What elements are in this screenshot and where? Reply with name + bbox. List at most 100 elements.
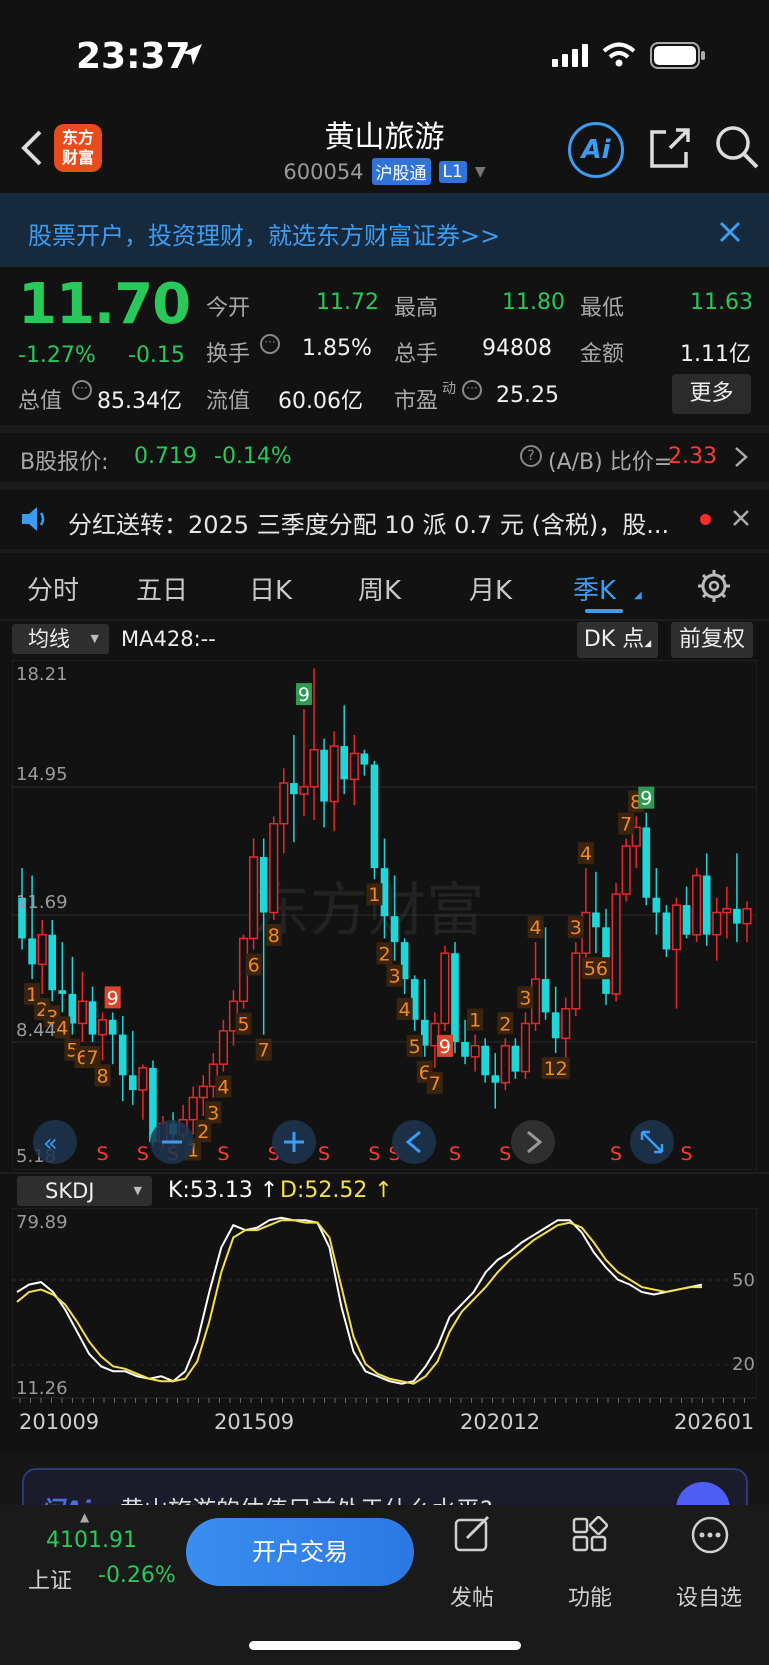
x-tick-label: 202012 <box>460 1410 541 1434</box>
indicator-select[interactable]: 均线 ▼ <box>12 624 109 654</box>
svg-text:«: « <box>43 1129 58 1157</box>
dropdown-caret-icon: ▼ <box>90 632 99 645</box>
sub-indicator-select[interactable]: SKDJ ▼ <box>17 1176 152 1206</box>
function-label[interactable]: 功能 <box>545 1580 635 1612</box>
x-tick-label: 201009 <box>19 1410 100 1434</box>
scroll-left-button[interactable]: « <box>33 1120 77 1164</box>
sequence-label: 4 <box>56 1017 68 1039</box>
tab-daily-k[interactable]: 日K <box>249 570 292 607</box>
stock-code: 600054 <box>283 159 364 184</box>
dk-point-button[interactable]: DK 点◢ <box>577 622 658 658</box>
index-change[interactable]: -0.26% <box>98 1563 176 1588</box>
sequence-label: 6 <box>248 955 260 977</box>
sell-signal-label: S <box>97 1143 109 1165</box>
sell-signal-label: S <box>368 1143 380 1165</box>
function-icon[interactable] <box>571 1516 609 1554</box>
watchlist-label[interactable]: 设自选 <box>664 1580 754 1612</box>
chevron-right-icon[interactable] <box>734 446 748 468</box>
index-name[interactable]: 上证 <box>28 1563 72 1595</box>
y-tick-label: 79.89 <box>16 1212 68 1233</box>
tab-weekly-k[interactable]: 周K <box>358 570 401 607</box>
home-indicator <box>249 1641 521 1650</box>
up-arrow-icon: ↑ <box>374 1178 393 1203</box>
candle-body <box>98 1019 108 1036</box>
signal-icon <box>552 44 588 67</box>
zoom-out-button[interactable] <box>150 1120 194 1164</box>
candle-body <box>108 1019 117 1035</box>
adjust-button[interactable]: 前复权 <box>671 622 753 658</box>
tab-quarterly-k[interactable]: 季K <box>573 570 616 607</box>
candle-body <box>370 764 379 869</box>
sell-signal-label: S <box>610 1143 622 1165</box>
divider <box>0 549 769 553</box>
more-dots-icon[interactable] <box>690 1515 730 1555</box>
bshare-label: B股报价: <box>20 450 109 475</box>
open-value: 11.72 <box>316 290 379 315</box>
level-tag: L1 <box>438 160 467 183</box>
sequence-label: 8 <box>97 1065 109 1087</box>
index-value[interactable]: 4101.91 <box>46 1528 137 1553</box>
candle-body <box>671 904 682 951</box>
info-dots-icon[interactable]: ··· <box>260 334 280 354</box>
sequence-label: 7 <box>429 1073 441 1095</box>
open-account-trade-button[interactable]: 开户交易 <box>186 1518 414 1586</box>
sequence-label: 3 <box>389 966 401 988</box>
candle-body <box>320 749 328 802</box>
battery-icon <box>650 42 705 69</box>
info-dots-icon[interactable]: ··· <box>72 380 92 400</box>
candle-body <box>712 911 722 936</box>
y-tick-label: 11.26 <box>16 1378 68 1399</box>
fullscreen-button[interactable] <box>630 1120 674 1164</box>
high-value: 11.80 <box>502 290 565 315</box>
candle-body <box>249 856 259 940</box>
skdj-chart[interactable]: 79.89 50 20 11.26 <box>12 1208 757 1403</box>
tab-monthly-k[interactable]: 月K <box>469 570 512 607</box>
promo-banner-text[interactable]: 股票开户，投资理财，就选东方财富证券>> <box>28 216 500 251</box>
change-value: -0.15 <box>128 343 185 368</box>
candle-body <box>702 875 711 935</box>
more-button[interactable]: 更多 <box>672 374 751 414</box>
step-left-button[interactable] <box>392 1120 436 1164</box>
candle-body <box>349 752 359 781</box>
unread-dot <box>700 514 711 525</box>
info-dots-icon[interactable]: ··· <box>462 380 482 400</box>
up-arrow-icon: ↑ <box>259 1178 279 1203</box>
bshare-change: -0.14% <box>214 444 292 469</box>
candle-body <box>48 934 57 991</box>
tab-five-day[interactable]: 五日 <box>136 570 188 607</box>
sequence-label: 56 <box>584 958 608 980</box>
candle-body <box>329 745 339 803</box>
close-icon[interactable] <box>718 220 742 244</box>
help-icon[interactable]: ? <box>520 445 542 467</box>
candle-body <box>77 1000 88 1025</box>
kline-chart[interactable]: 东方财富 12345678912345678912345678912341234… <box>12 660 757 1170</box>
sequence-label: 4 <box>217 1077 229 1099</box>
post-icon[interactable] <box>453 1514 493 1554</box>
post-label[interactable]: 发帖 <box>427 1580 517 1612</box>
pe-value: 25.25 <box>496 383 559 408</box>
x-tick-label: 201509 <box>214 1410 295 1434</box>
ai-button[interactable]: Ai <box>568 122 624 178</box>
share-icon[interactable] <box>648 126 692 170</box>
candle-body <box>58 990 67 994</box>
sequence-label: 1 <box>368 884 380 906</box>
divider <box>0 482 769 490</box>
step-right-button[interactable] <box>511 1120 555 1164</box>
bshare-price: 0.719 <box>134 444 197 469</box>
zoom-in-button[interactable] <box>272 1120 316 1164</box>
candle-body <box>611 893 621 995</box>
x-tick-label: 202601 <box>674 1410 755 1434</box>
candle-body <box>733 908 741 924</box>
close-icon[interactable] <box>732 509 750 527</box>
dk-point-label: DK 点 <box>583 627 645 652</box>
ab-ratio-label: (A/B) 比价= <box>548 450 673 475</box>
candle-body <box>37 933 47 966</box>
tab-intraday[interactable]: 分时 <box>27 570 79 607</box>
candle-body <box>299 785 309 795</box>
candle-body <box>722 908 732 914</box>
dropdown-caret-icon[interactable]: ▼ <box>475 164 486 180</box>
settings-icon[interactable] <box>696 568 732 604</box>
dividend-notice[interactable]: 分红送转：2025 三季度分配 10 派 0.7 元 (含税)，股... <box>68 505 668 540</box>
ma-readout: MA428:-- <box>121 627 216 651</box>
search-icon[interactable] <box>714 124 760 170</box>
